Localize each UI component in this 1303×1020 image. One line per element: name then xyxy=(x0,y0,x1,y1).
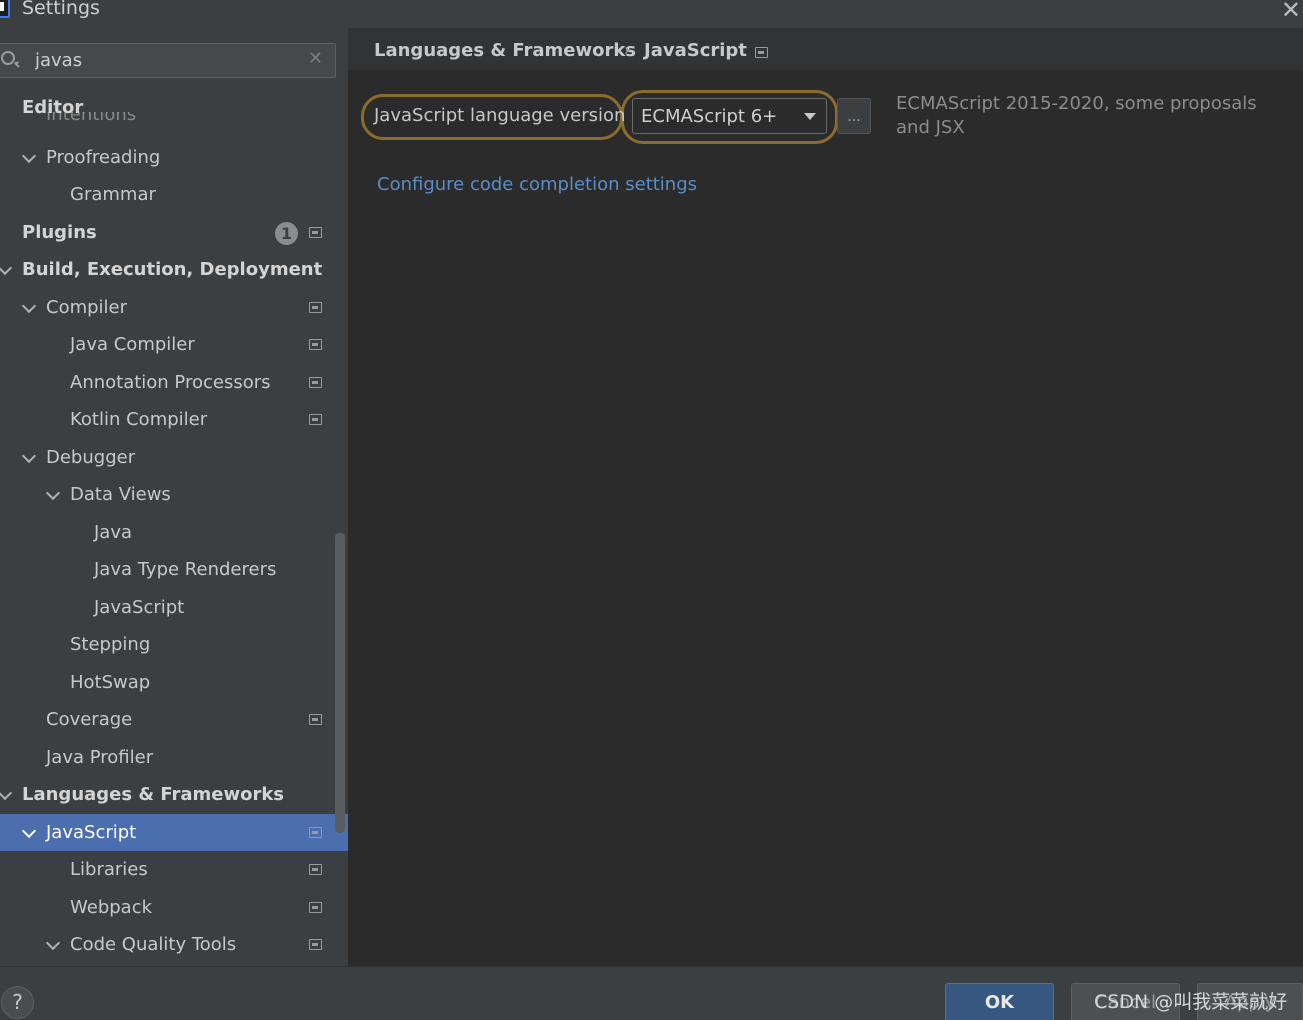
breadcrumb-parent[interactable]: Languages & Frameworks xyxy=(374,40,636,61)
tree-item-coverage[interactable]: Coverage xyxy=(0,701,348,738)
project-scope-icon xyxy=(309,377,322,388)
tree-item-label: Java xyxy=(94,522,133,543)
project-scope-icon xyxy=(755,47,768,58)
tree-item-label: Debugger xyxy=(46,447,136,468)
project-scope-icon xyxy=(309,414,322,425)
project-scope-icon xyxy=(309,714,322,725)
tree-item-label: HotSwap xyxy=(70,672,151,693)
tree-item-label: Grammar xyxy=(70,184,156,205)
project-scope-icon xyxy=(309,902,322,913)
tree-item-data-views[interactable]: Data Views xyxy=(0,476,348,513)
project-scope-icon xyxy=(309,302,322,313)
help-button[interactable]: ? xyxy=(1,986,34,1019)
configure-code-completion-link[interactable]: Configure code completion settings xyxy=(377,174,697,195)
tree-item-code-quality-tools[interactable]: Code Quality Tools xyxy=(0,926,348,963)
watermark: CSDN @叫我菜菜就好 xyxy=(1094,991,1288,1013)
tree-item-label: Libraries xyxy=(70,859,148,880)
tree-item-label: Plugins xyxy=(22,222,97,243)
search-box[interactable]: ▾ ✕ xyxy=(0,43,336,78)
tree-item-kotlin-compiler[interactable]: Kotlin Compiler xyxy=(0,401,348,438)
search-input[interactable] xyxy=(35,47,295,74)
tree-item-libraries[interactable]: Libraries xyxy=(0,851,348,888)
project-scope-icon xyxy=(309,227,322,238)
tree-item-hotswap[interactable]: HotSwap xyxy=(0,664,348,701)
tree-item-label: Java Type Renderers xyxy=(94,559,277,580)
app-icon xyxy=(0,0,10,18)
tree-item-label: Editor xyxy=(22,97,84,118)
project-scope-icon xyxy=(309,939,322,950)
tree-item-javascript-selected[interactable]: JavaScript xyxy=(0,814,348,851)
breadcrumb-current: JavaScript xyxy=(644,40,747,61)
tree-item-label: Code Quality Tools xyxy=(70,934,237,955)
window-title: Settings xyxy=(22,0,100,19)
tree-item-label: JavaScript xyxy=(94,597,185,618)
breadcrumb: Languages & Frameworks › JavaScript xyxy=(348,28,1303,70)
tree-item-grammar[interactable]: Grammar xyxy=(0,176,348,213)
title-bar: Settings ✕ xyxy=(0,0,1303,28)
tree-item-label: Languages & Frameworks xyxy=(22,784,285,805)
tree-item-label: Proofreading xyxy=(46,147,161,168)
language-version-label: JavaScript language version xyxy=(374,105,626,126)
project-scope-icon xyxy=(309,864,322,875)
tree-item-languages-frameworks[interactable]: Languages & Frameworks xyxy=(0,776,348,813)
update-count-badge: 1 xyxy=(275,222,298,245)
project-scope-icon xyxy=(309,339,322,350)
search-icon xyxy=(1,51,15,65)
tree-item-java-profiler[interactable]: Java Profiler xyxy=(0,739,348,776)
search-dropdown-icon[interactable]: ▾ xyxy=(15,59,19,68)
tree-item-label: Annotation Processors xyxy=(70,372,271,393)
dialog-footer: ? OK Cancel Apply CSDN @叫我菜菜就好 xyxy=(0,966,1303,1020)
tree-item-java[interactable]: Java xyxy=(0,514,348,551)
close-icon[interactable]: ✕ xyxy=(1281,0,1301,24)
tree-item-debugger-javascript[interactable]: JavaScript xyxy=(0,589,348,626)
tree-item-plugins[interactable]: Plugins 1 xyxy=(0,214,348,251)
settings-content: Languages & Frameworks › JavaScript Java… xyxy=(348,28,1303,966)
language-version-dropdown[interactable]: ECMAScript 6+ xyxy=(632,98,827,134)
tree-item-proofreading[interactable]: Proofreading xyxy=(0,139,348,176)
tree-item-label: Compiler xyxy=(46,297,128,318)
tree-item-editor[interactable]: Editor xyxy=(0,89,348,126)
tree-item-compiler[interactable]: Compiler xyxy=(0,289,348,326)
tree-item-webpack[interactable]: Webpack xyxy=(0,889,348,926)
tree-item-annotation-processors[interactable]: Annotation Processors xyxy=(0,364,348,401)
clear-search-icon[interactable]: ✕ xyxy=(308,48,323,69)
settings-sidebar: ▾ ✕ Intentions Editor Proofreading Gramm… xyxy=(0,28,348,966)
tree-item-label: Data Views xyxy=(70,484,171,505)
more-options-button[interactable]: ... xyxy=(837,98,871,134)
tree-item-label: Java Profiler xyxy=(46,747,154,768)
language-version-description: ECMAScript 2015-2020, some proposals and… xyxy=(896,93,1257,138)
tree-item-label: Webpack xyxy=(70,897,153,918)
breadcrumb-separator: › xyxy=(624,40,631,59)
tree-item-debugger[interactable]: Debugger xyxy=(0,439,348,476)
tree-item-build-execution-deployment[interactable]: Build, Execution, Deployment xyxy=(0,251,348,288)
tree-item-java-type-renderers[interactable]: Java Type Renderers xyxy=(0,551,348,588)
tree-item-label: Build, Execution, Deployment xyxy=(22,259,323,280)
tree-item-label: Stepping xyxy=(70,634,151,655)
dropdown-selected-value: ECMAScript 6+ xyxy=(641,106,778,127)
ok-button[interactable]: OK xyxy=(945,983,1054,1020)
project-scope-icon xyxy=(309,827,322,838)
tree-item-label: Java Compiler xyxy=(70,334,195,355)
dropdown-arrow-icon xyxy=(804,113,816,120)
sidebar-scrollbar[interactable] xyxy=(335,533,345,833)
tree-item-label: Coverage xyxy=(46,709,133,730)
tree-item-stepping[interactable]: Stepping xyxy=(0,626,348,663)
tree-item-label: Kotlin Compiler xyxy=(70,409,208,430)
tree-item-label: JavaScript xyxy=(46,822,137,843)
tree-item-java-compiler[interactable]: Java Compiler xyxy=(0,326,348,363)
